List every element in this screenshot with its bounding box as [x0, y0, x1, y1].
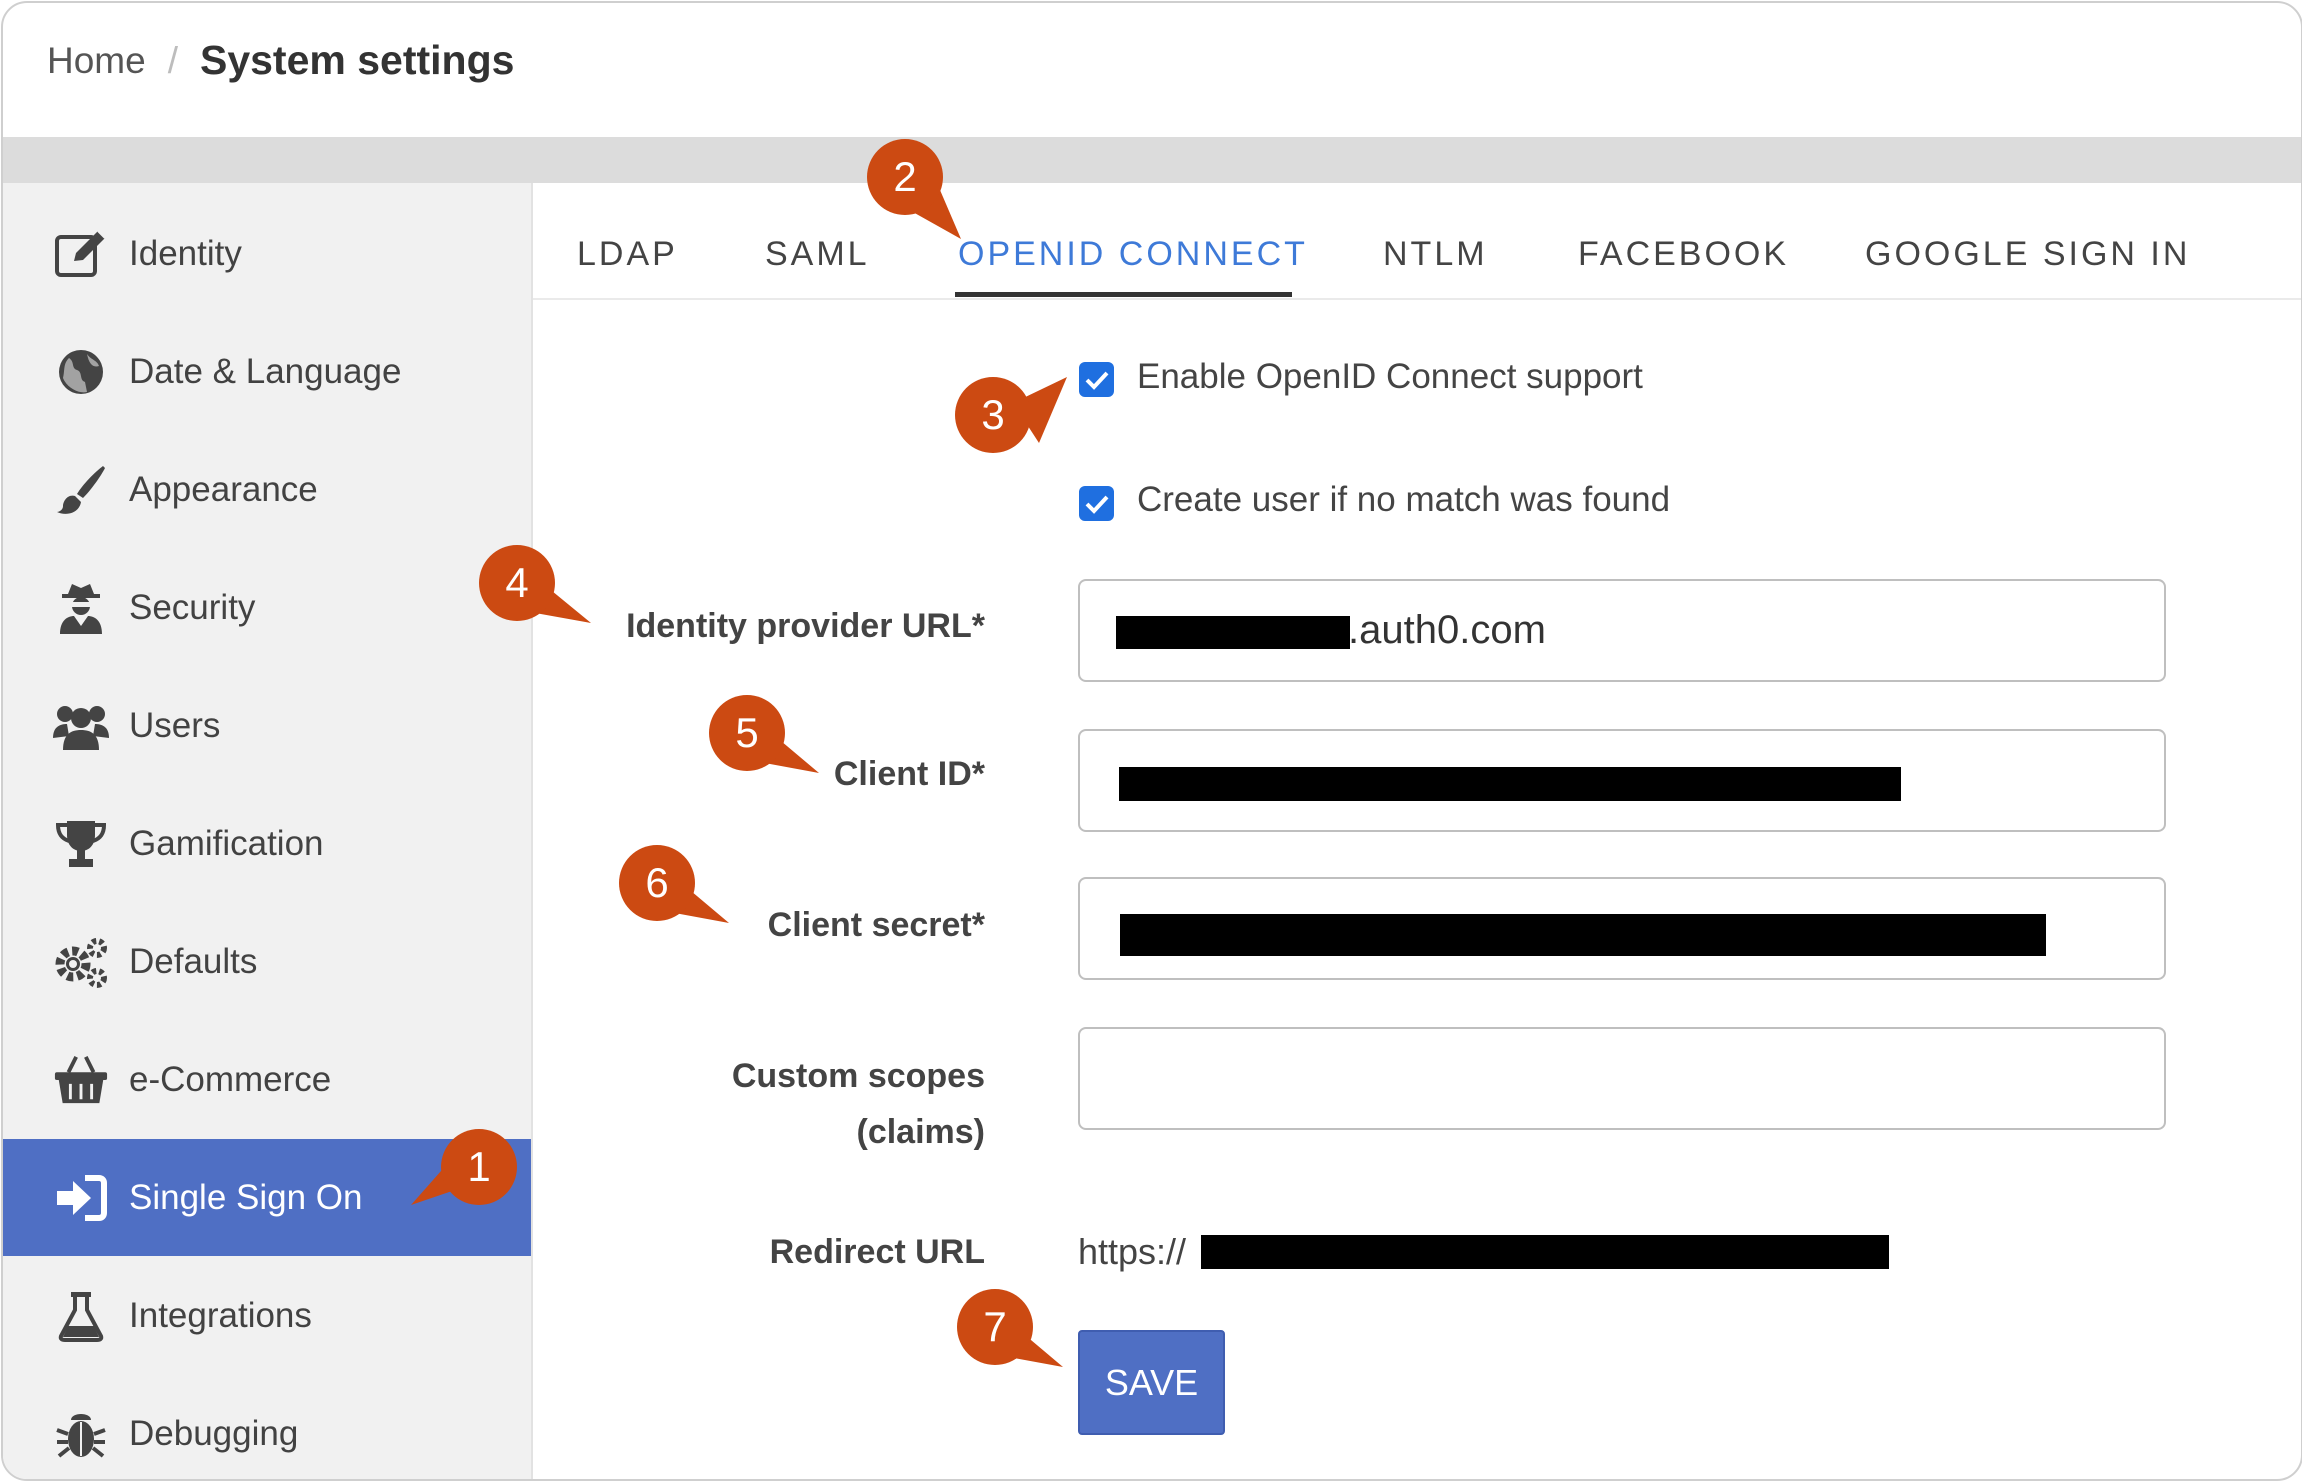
header-divider-band — [3, 137, 2301, 183]
redacted-block — [1119, 767, 1901, 801]
callout-marker-6: 6 — [619, 845, 695, 921]
sidebar-item-label: Integrations — [129, 1295, 312, 1335]
breadcrumb-separator: / — [167, 39, 178, 81]
redacted-block — [1120, 914, 2046, 956]
window-frame: Home / System settings Identity Date & L… — [1, 1, 2302, 1481]
sidebar-item-date-language[interactable]: Date & Language — [3, 313, 531, 430]
sidebar-item-label: Gamification — [129, 823, 324, 863]
tab-google-sign-in[interactable]: GOOGLE SIGN IN — [1865, 235, 2190, 274]
redacted-block — [1201, 1235, 1889, 1269]
trophy-icon — [53, 816, 109, 872]
sidebar-item-label: Single Sign On — [129, 1177, 363, 1217]
sidebar-item-identity[interactable]: Identity — [3, 195, 531, 312]
breadcrumb-home[interactable]: Home — [47, 40, 146, 82]
redacted-block — [1116, 616, 1350, 649]
sidebar-item-label: Appearance — [129, 469, 318, 509]
sidebar-item-gamification[interactable]: Gamification — [3, 785, 531, 902]
redirect-url-label: Redirect URL — [769, 1233, 985, 1271]
callout-marker-7: 7 — [957, 1289, 1033, 1365]
client-id-label: Client ID* — [833, 755, 985, 793]
custom-scopes-label: Custom scopes — [731, 1057, 985, 1095]
sidebar-item-security[interactable]: Security — [3, 549, 531, 666]
globe-icon — [53, 344, 109, 400]
sidebar-item-debugging[interactable]: Debugging — [3, 1375, 531, 1479]
custom-scopes-input[interactable] — [1078, 1027, 2166, 1130]
active-tab-indicator — [955, 292, 1292, 297]
sidebar-item-defaults[interactable]: Defaults — [3, 903, 531, 1020]
checkmark-icon — [1085, 495, 1108, 514]
tab-ldap[interactable]: LDAP — [577, 235, 678, 274]
checkmark-icon — [1085, 371, 1108, 390]
sign-in-icon — [53, 1170, 109, 1226]
sidebar-item-ecommerce[interactable]: e-Commerce — [3, 1021, 531, 1138]
sso-tabs: LDAP SAML OPENID CONNECT NTLM FACEBOOK G… — [533, 183, 2301, 300]
create-user-label: Create user if no match was found — [1137, 480, 1671, 519]
sidebar-item-label: Defaults — [129, 941, 258, 981]
bug-icon — [53, 1406, 109, 1462]
tab-facebook[interactable]: FACEBOOK — [1578, 235, 1789, 274]
users-icon — [53, 698, 109, 754]
callout-marker-1: 1 — [441, 1129, 517, 1205]
client-secret-input[interactable] — [1078, 877, 2166, 980]
basket-icon — [53, 1052, 109, 1108]
callout-marker-4: 4 — [479, 545, 555, 621]
sidebar-item-label: e-Commerce — [129, 1059, 332, 1099]
sidebar-item-appearance[interactable]: Appearance — [3, 431, 531, 548]
sidebar-item-label: Debugging — [129, 1413, 299, 1453]
paintbrush-icon — [53, 462, 109, 518]
enable-openid-checkbox[interactable] — [1079, 362, 1114, 397]
callout-marker-2: 2 — [867, 139, 943, 215]
sidebar-item-integrations[interactable]: Integrations — [3, 1257, 531, 1374]
create-user-checkbox[interactable] — [1079, 486, 1114, 521]
save-button[interactable]: SAVE — [1078, 1330, 1225, 1435]
sidebar-item-label: Security — [129, 587, 256, 627]
tab-saml[interactable]: SAML — [765, 235, 870, 274]
callout-marker-3: 3 — [955, 377, 1031, 453]
page-title: System settings — [199, 37, 515, 83]
redirect-url-value: https:// — [1078, 1231, 1187, 1272]
idp-url-label: Identity provider URL* — [626, 607, 985, 645]
sidebar-item-label: Date & Language — [129, 351, 402, 391]
breadcrumb: Home / System settings — [47, 37, 514, 84]
client-secret-label: Client secret* — [767, 906, 985, 944]
sidebar-item-users[interactable]: Users — [3, 667, 531, 784]
tab-openid-connect[interactable]: OPENID CONNECT — [958, 235, 1308, 274]
gears-icon — [53, 934, 109, 990]
sidebar-item-label: Identity — [129, 233, 242, 273]
callout-marker-5: 5 — [709, 695, 785, 771]
enable-openid-label: Enable OpenID Connect support — [1137, 357, 1643, 396]
user-secret-icon — [53, 580, 109, 636]
idp-url-input[interactable]: .auth0.com — [1078, 579, 2166, 682]
edit-icon — [53, 226, 109, 282]
sidebar-item-label: Users — [129, 705, 221, 745]
flask-icon — [53, 1288, 109, 1344]
idp-url-value: .auth0.com — [1348, 608, 1546, 652]
sidebar: Identity Date & Language Appearance Secu… — [3, 183, 533, 1479]
custom-scopes-label-sub: (claims) — [856, 1113, 986, 1151]
tab-ntlm[interactable]: NTLM — [1383, 235, 1488, 274]
client-id-input[interactable] — [1078, 729, 2166, 832]
